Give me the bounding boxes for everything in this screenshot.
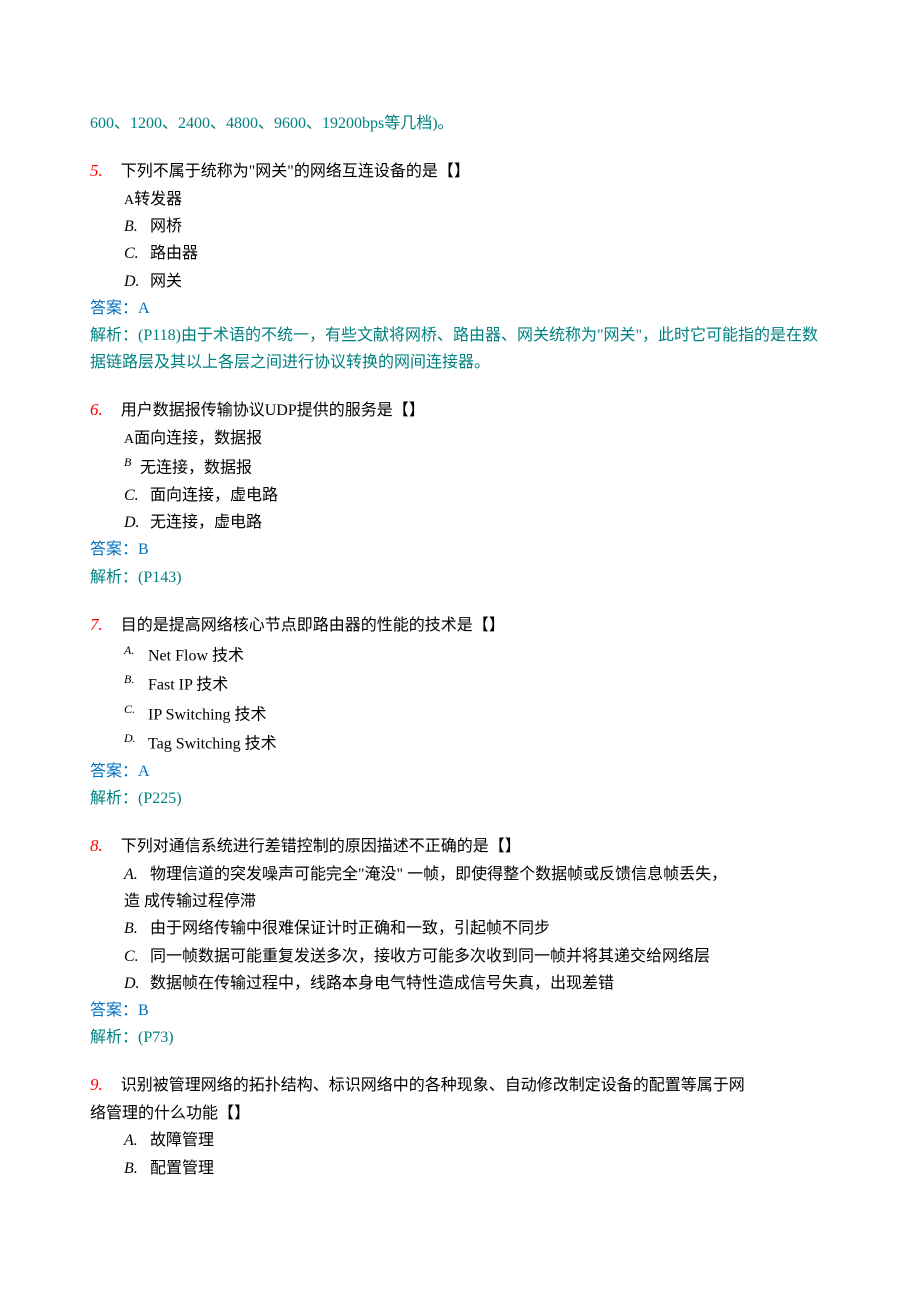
option-d: D.网关 — [124, 268, 830, 295]
question-stem: 5. 下列不属于统称为"网关"的网络互连设备的是【】 — [90, 157, 830, 186]
question-number: 6. — [90, 400, 103, 419]
option-text: 转发器 — [134, 191, 182, 208]
option-d: D.无连接，虚电路 — [124, 509, 830, 536]
options: A. Net Flow 技术 B. Fast IP 技术 C. IP Switc… — [124, 640, 830, 758]
question-stem: 7. 目的是提高网络核心节点即路由器的性能的技术是【】 — [90, 611, 830, 640]
option-letter: A — [124, 432, 134, 447]
question-text-line2: 络管理的什么功能【】 — [90, 1100, 830, 1127]
option-text: 无连接，虚电路 — [150, 514, 262, 531]
option-text: 面向连接，虚电路 — [150, 487, 278, 504]
option-letter: D. — [124, 728, 140, 748]
question-number: 7. — [90, 615, 103, 634]
answer: 答案：B — [90, 536, 830, 563]
option-d: D.数据帧在传输过程中，线路本身电气特性造成信号失真，出现差错 — [124, 970, 830, 997]
option-text: 网桥 — [150, 218, 182, 235]
question-stem: 6. 用户数据报传输协议UDP提供的服务是【】 — [90, 396, 830, 425]
question-6: 6. 用户数据报传输协议UDP提供的服务是【】 A面向连接，数据报 B无连接，数… — [90, 396, 830, 590]
option-a: A. Net Flow 技术 — [124, 640, 830, 670]
option-letter: D. — [124, 509, 150, 536]
option-b: B.配置管理 — [124, 1155, 830, 1182]
option-letter: D. — [124, 268, 150, 295]
answer: 答案：B — [90, 997, 830, 1024]
option-letter: B. — [124, 915, 150, 942]
option-a: A面向连接，数据报 — [124, 425, 830, 452]
answer: 答案：A — [90, 295, 830, 322]
option-text: 配置管理 — [150, 1160, 214, 1177]
option-text: 数据帧在传输过程中，线路本身电气特性造成信号失真，出现差错 — [150, 975, 614, 992]
option-text: 由于网络传输中很难保证计时正确和一致，引起帧不同步 — [150, 920, 550, 937]
option-text: 故障管理 — [150, 1132, 214, 1149]
option-a-cont: 造 成传输过程停滞 — [124, 888, 830, 915]
question-text: 目的是提高网络核心节点即路由器的性能的技术是【】 — [121, 617, 505, 634]
option-c: C. IP Switching 技术 — [124, 699, 830, 729]
option-letter: B. — [124, 669, 140, 689]
option-letter: B. — [124, 1155, 150, 1182]
options: A转发器 B.网桥 C.路由器 D.网关 — [124, 186, 830, 295]
option-text: Fast IP 技术 — [148, 676, 228, 693]
option-b: B无连接，数据报 — [124, 452, 830, 482]
option-letter: A. — [124, 640, 140, 660]
option-text: 无连接，数据报 — [140, 460, 252, 477]
question-number: 9. — [90, 1075, 103, 1094]
option-text: 同一帧数据可能重复发送多次，接收方可能多次收到同一帧并将其递交给网络层 — [150, 948, 710, 965]
answer: 答案：A — [90, 758, 830, 785]
option-letter: B — [124, 452, 140, 472]
question-8: 8. 下列对通信系统进行差错控制的原因描述不正确的是【】 A.物理信道的突发噪声… — [90, 832, 830, 1051]
option-text: IP Switching 技术 — [148, 706, 267, 723]
option-letter: A. — [124, 1127, 150, 1154]
option-d: D. Tag Switching 技术 — [124, 728, 830, 758]
option-b: B.由于网络传输中很难保证计时正确和一致，引起帧不同步 — [124, 915, 830, 942]
analysis: 解析：(P118)由于术语的不统一，有些文献将网桥、路由器、网关统称为"网关"，… — [90, 322, 830, 376]
options: A.物理信道的突发噪声可能完全"淹没" 一帧，即使得整个数据帧或反馈信息帧丢失，… — [124, 861, 830, 997]
question-text: 下列对通信系统进行差错控制的原因描述不正确的是【】 — [121, 838, 521, 855]
option-text: Tag Switching 技术 — [148, 736, 277, 753]
analysis: 解析：(P143) — [90, 564, 830, 591]
question-stem: 8. 下列对通信系统进行差错控制的原因描述不正确的是【】 — [90, 832, 830, 861]
option-letter: C. — [124, 240, 150, 267]
previous-question-tail: 600、1200、2400、4800、9600、19200bps等几档)。 — [90, 110, 830, 137]
option-text: 面向连接，数据报 — [134, 430, 262, 447]
option-a: A.物理信道的突发噪声可能完全"淹没" 一帧，即使得整个数据帧或反馈信息帧丢失， — [124, 861, 830, 888]
option-text: Net Flow 技术 — [148, 647, 244, 664]
options: A面向连接，数据报 B无连接，数据报 C.面向连接，虚电路 D.无连接，虚电路 — [124, 425, 830, 536]
analysis: 解析：(P225) — [90, 785, 830, 812]
option-c: C.路由器 — [124, 240, 830, 267]
question-9: 9. 识别被管理网络的拓扑结构、标识网络中的各种现象、自动修改制定设备的配置等属… — [90, 1071, 830, 1181]
option-a: A转发器 — [124, 186, 830, 213]
option-b: B.网桥 — [124, 213, 830, 240]
question-number: 5. — [90, 161, 103, 180]
question-text-line1: 识别被管理网络的拓扑结构、标识网络中的各种现象、自动修改制定设备的配置等属于网 — [121, 1077, 745, 1094]
option-letter: D. — [124, 970, 150, 997]
option-letter: C. — [124, 943, 150, 970]
option-text: 路由器 — [150, 245, 198, 262]
question-text: 下列不属于统称为"网关"的网络互连设备的是【】 — [121, 163, 470, 180]
option-letter: C. — [124, 482, 150, 509]
option-b: B. Fast IP 技术 — [124, 669, 830, 699]
option-c: C.面向连接，虚电路 — [124, 482, 830, 509]
analysis: 解析：(P73) — [90, 1024, 830, 1051]
option-letter: A. — [124, 861, 150, 888]
option-text: 物理信道的突发噪声可能完全"淹没" 一帧，即使得整个数据帧或反馈信息帧丢失， — [150, 866, 727, 883]
question-text: 用户数据报传输协议UDP提供的服务是【】 — [121, 402, 425, 419]
option-letter: B. — [124, 213, 150, 240]
option-text: 网关 — [150, 273, 182, 290]
option-letter: A — [124, 193, 134, 208]
question-7: 7. 目的是提高网络核心节点即路由器的性能的技术是【】 A. Net Flow … — [90, 611, 830, 812]
question-number: 8. — [90, 836, 103, 855]
question-stem: 9. 识别被管理网络的拓扑结构、标识网络中的各种现象、自动修改制定设备的配置等属… — [90, 1071, 830, 1100]
option-letter: C. — [124, 699, 140, 719]
option-c: C.同一帧数据可能重复发送多次，接收方可能多次收到同一帧并将其递交给网络层 — [124, 943, 830, 970]
option-a: A.故障管理 — [124, 1127, 830, 1154]
options: A.故障管理 B.配置管理 — [124, 1127, 830, 1181]
question-5: 5. 下列不属于统称为"网关"的网络互连设备的是【】 A转发器 B.网桥 C.路… — [90, 157, 830, 376]
